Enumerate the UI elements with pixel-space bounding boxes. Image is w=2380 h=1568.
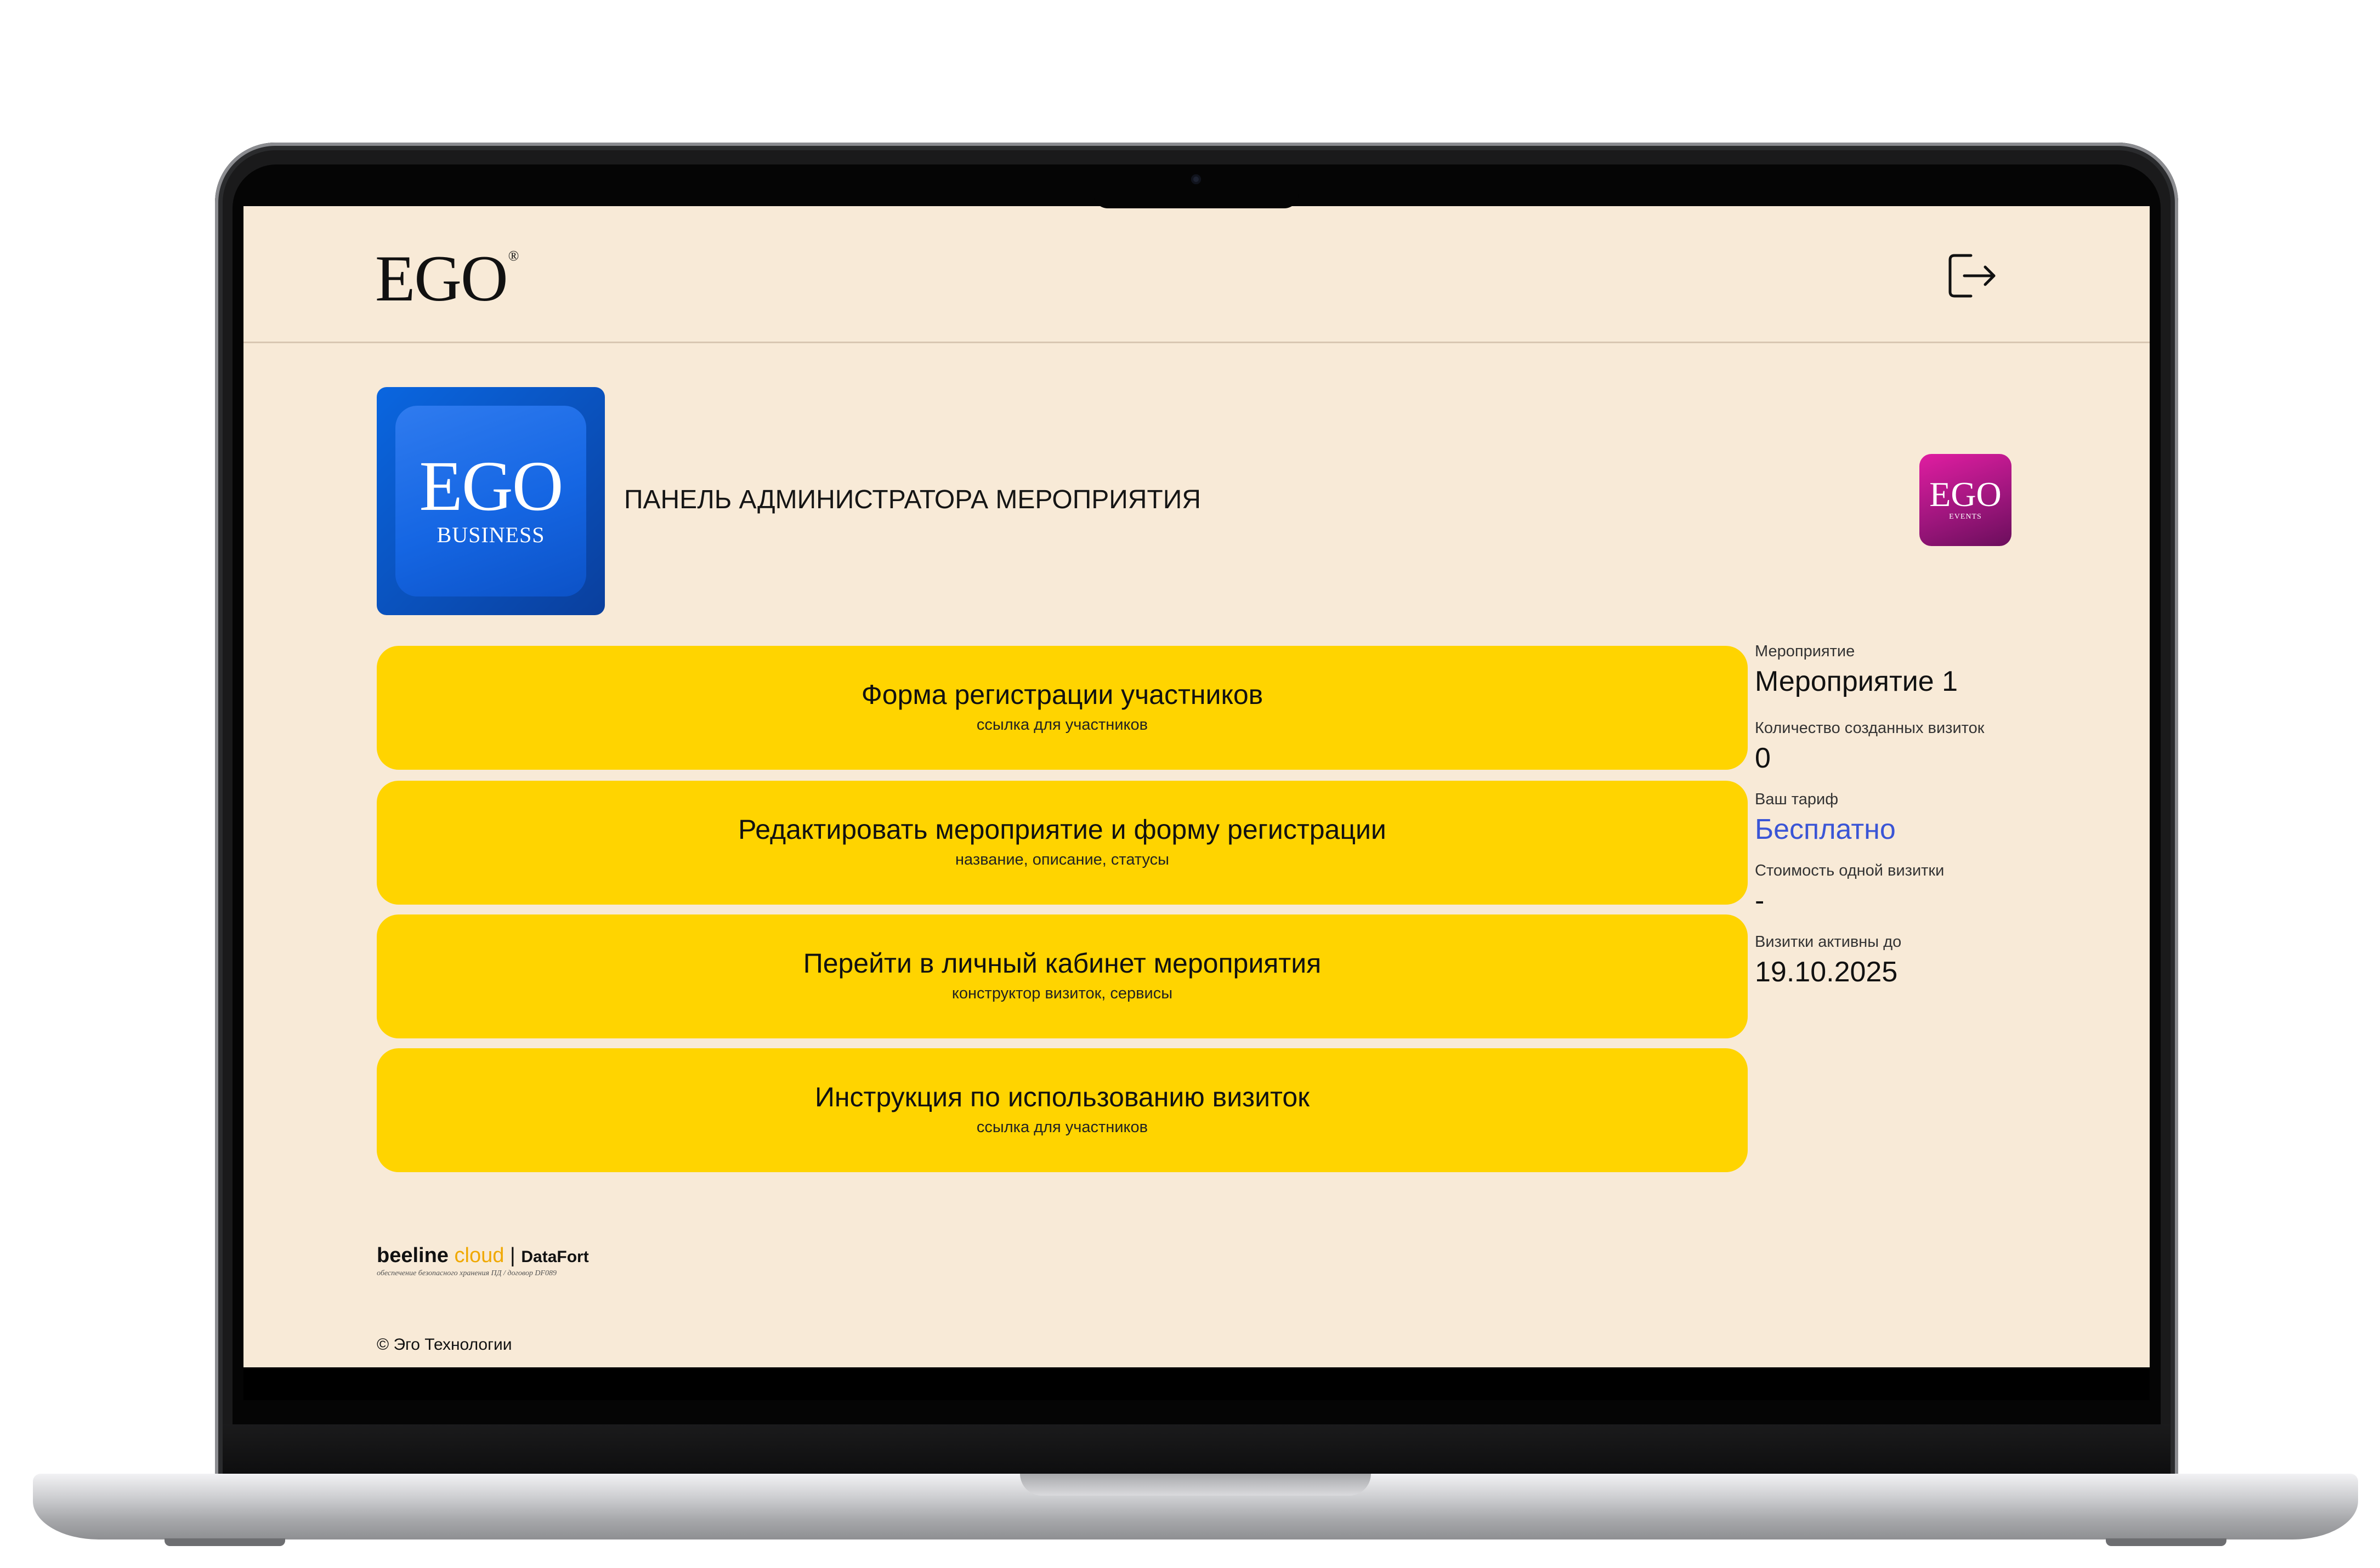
laptop-foot-left <box>165 1538 285 1546</box>
menu-card-title: Инструкция по использованию визиток <box>814 1082 1310 1112</box>
event-info: Мероприятие Мероприятие 1 <box>1755 644 1958 696</box>
screen-bottom-bar <box>243 1367 2150 1400</box>
laptop-foot-right <box>2106 1538 2226 1546</box>
edit-event-button[interactable]: Редактировать мероприятие и форму регист… <box>377 781 1748 905</box>
active-until-info: Визитки активны до 19.10.2025 <box>1755 933 1902 988</box>
cards-count-info: Количество созданных визиток 0 <box>1755 719 1985 774</box>
menu-card-title: Перейти в личный кабинет мероприятия <box>803 948 1322 979</box>
event-cabinet-button[interactable]: Перейти в личный кабинет мероприятия кон… <box>377 914 1748 1038</box>
plan-link[interactable]: Бесплатно <box>1755 815 1896 844</box>
active-until-value: 19.10.2025 <box>1755 956 1898 988</box>
beeline-text: beeline <box>377 1244 449 1267</box>
page-title: ПАНЕЛЬ АДМИНИСТРАТОРА МЕРОПРИЯТИЯ <box>624 485 1201 514</box>
ego-events-logo: EGO EVENTS <box>1919 454 2011 546</box>
ego-events-logo-subtext: EVENTS <box>1949 513 1982 521</box>
active-until-label: Визитки активны до <box>1755 933 1902 951</box>
laptop-chin <box>223 1424 2171 1474</box>
partner-separator: | <box>509 1244 515 1267</box>
app-screen: EGO® EGO BUSINESS ПАНЕЛЬ АДМИНИСТРАТОРА … <box>243 206 2150 1367</box>
event-label: Мероприятие <box>1755 643 1855 660</box>
logout-icon[interactable] <box>1942 246 2003 306</box>
ego-business-logo: EGO BUSINESS <box>377 387 605 615</box>
camera-notch <box>1093 164 1299 208</box>
menu-card-title: Форма регистрации участников <box>861 679 1263 710</box>
plan-label: Ваш тариф <box>1755 791 1839 808</box>
ego-business-logo-subtext: BUSINESS <box>437 522 545 547</box>
camera-icon <box>1191 174 1201 184</box>
datafort-text: DataFort <box>521 1248 589 1266</box>
menu-card-subtitle: ссылка для участников <box>976 1118 1148 1136</box>
top-header: EGO® <box>243 206 2150 343</box>
price-value: - <box>1755 885 1765 917</box>
ego-events-logo-text: EGO <box>1929 475 2002 514</box>
cards-count-value: 0 <box>1755 742 1771 774</box>
partner-note: обеспечение безопасного хранения ПД / до… <box>377 1269 557 1277</box>
cloud-text: cloud <box>454 1244 505 1267</box>
ego-business-logo-text: EGO <box>419 447 563 526</box>
cards-count-label: Количество созданных визиток <box>1755 719 1985 737</box>
event-value: Мероприятие 1 <box>1755 666 1958 697</box>
laptop-opening-groove <box>1020 1474 1371 1496</box>
menu-card-subtitle: конструктор визиток, сервисы <box>951 985 1173 1002</box>
plan-info: Ваш тариф Бесплатно <box>1755 792 1896 844</box>
copyright: © Эго Технологии <box>377 1336 512 1354</box>
menu-card-subtitle: название, описание, статусы <box>955 851 1169 868</box>
instructions-button[interactable]: Инструкция по использованию визиток ссыл… <box>377 1048 1748 1172</box>
price-label: Стоимость одной визитки <box>1755 862 1945 879</box>
partner-logo: beeline cloud | DataFort обеспечение без… <box>377 1245 589 1278</box>
menu-card-subtitle: ссылка для участников <box>976 716 1148 734</box>
menu-card-title: Редактировать мероприятие и форму регист… <box>738 814 1386 845</box>
registration-form-button[interactable]: Форма регистрации участников ссылка для … <box>377 646 1748 770</box>
price-info: Стоимость одной визитки - <box>1755 862 1945 917</box>
ego-logo[interactable]: EGO® <box>375 246 519 311</box>
